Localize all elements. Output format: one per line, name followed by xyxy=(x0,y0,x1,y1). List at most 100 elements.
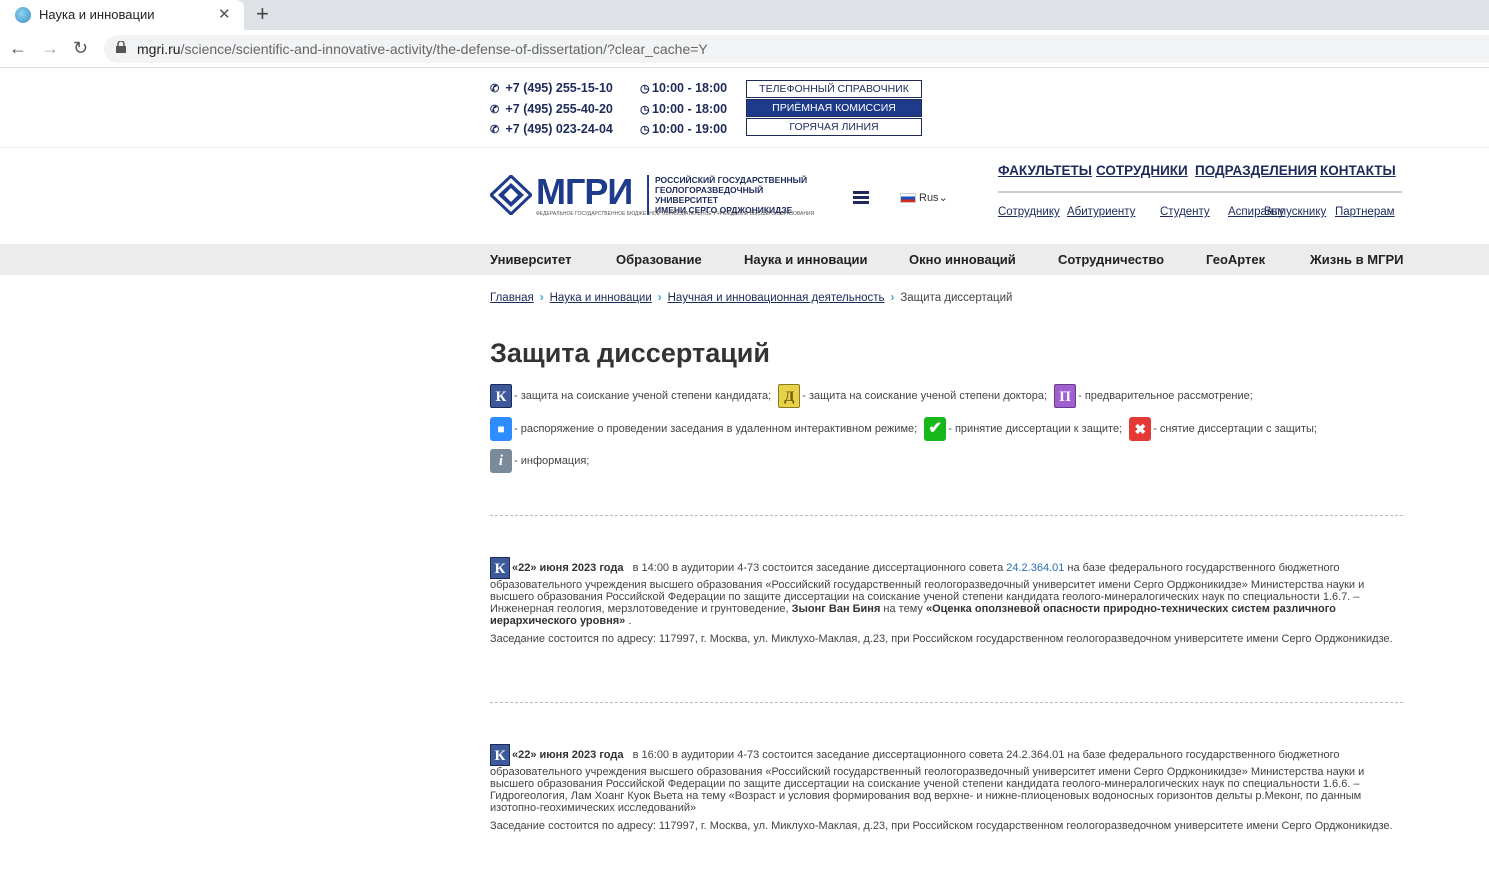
admissions-button[interactable]: Приёмная комиссия xyxy=(746,99,922,117)
entry-address: Заседание состоится по адресу: 117997, г… xyxy=(490,820,1393,832)
preliminary-icon: П xyxy=(1054,384,1077,408)
tab-title: Наука и инновации xyxy=(39,7,155,22)
new-tab-icon[interactable]: + xyxy=(256,1,269,27)
menu-education[interactable]: Образование xyxy=(616,252,702,267)
dissertation-entry: К «22» июня 2023 года в 14:00 в аудитории… xyxy=(490,557,1403,645)
favicon-icon xyxy=(15,7,31,23)
link-partners[interactable]: Партнерам xyxy=(1335,206,1395,218)
page-title: Защита диссертаций xyxy=(490,338,771,368)
candidate-icon: К xyxy=(490,744,510,766)
legend-accepted: - принятие диссертации к защите; xyxy=(948,422,1123,435)
link-faculties[interactable]: Факультеты xyxy=(998,163,1092,178)
breadcrumb-science[interactable]: Наука и инновации xyxy=(550,292,652,304)
legend-candidate: - защита на соискание ученой степени кан… xyxy=(514,389,772,402)
candidate-icon: К xyxy=(490,557,510,579)
legend-preliminary: - предварительное рассмотрение; xyxy=(1078,389,1253,402)
russia-flag-icon xyxy=(900,193,916,204)
chevron-down-icon: ⌄ xyxy=(938,192,948,204)
logo-subtitle: Российский государственный геологоразвед… xyxy=(647,175,810,215)
legend-row: ■ - распоряжение о проведении заседания в… xyxy=(490,417,1321,441)
menu-university[interactable]: Университет xyxy=(490,252,571,267)
link-contacts[interactable]: Контакты xyxy=(1320,163,1396,178)
clock-icon: ◷ xyxy=(640,83,650,95)
legend-info: - информация; xyxy=(514,454,590,467)
legend-row: i- информация; xyxy=(490,449,593,473)
breadcrumb: Главная › Наука и инновации › Научная и инно… xyxy=(490,292,1012,304)
work-hours: 10:00 - 18:00 xyxy=(652,81,728,95)
close-icon[interactable]: ✕ xyxy=(218,5,231,23)
reload-icon[interactable]: ↻ xyxy=(73,38,88,59)
check-icon: ✔ xyxy=(924,417,947,441)
phone-row: ✆ +7 (495) 255-40-20 ◷ 10:00 - 18:00 xyxy=(490,102,727,116)
phone-icon: ✆ xyxy=(490,104,500,116)
breadcrumb-home[interactable]: Главная xyxy=(490,292,534,304)
entry-date: «22» июня 2023 года xyxy=(512,561,624,574)
link-departments[interactable]: Подразделения xyxy=(1195,163,1317,178)
link-applicant[interactable]: Абитуриенту xyxy=(1067,206,1135,218)
breadcrumb-activity[interactable]: Научная и инновационная деятельность xyxy=(668,292,885,304)
link-staff[interactable]: Сотрудники xyxy=(1096,163,1188,178)
forward-icon[interactable]: → xyxy=(41,38,59,59)
link-employee[interactable]: Сотруднику xyxy=(998,206,1060,218)
chevron-right-icon: › xyxy=(657,292,662,304)
menu-life[interactable]: Жизнь в МГРИ xyxy=(1310,252,1403,267)
divider xyxy=(490,515,1403,516)
legend-doctor: - защита на соискание ученой степени док… xyxy=(802,389,1048,402)
work-hours: 10:00 - 18:00 xyxy=(652,102,728,116)
divider xyxy=(490,702,1403,703)
site-header: МГРИ Российский государственный геологор… xyxy=(0,148,1489,244)
phone-number[interactable]: +7 (495) 023-24-04 xyxy=(505,122,612,136)
clock-icon: ◷ xyxy=(640,124,650,136)
address-bar: ← → ↻ mgri.ru/science/scientific-and-inn… xyxy=(0,30,1489,68)
chevron-right-icon: › xyxy=(890,292,895,304)
phone-icon: ✆ xyxy=(490,124,500,136)
entry-address: Заседание состоится по адресу: 117997, г… xyxy=(490,633,1393,645)
candidate-icon: К xyxy=(490,384,512,408)
work-hours: 10:00 - 19:00 xyxy=(652,122,728,136)
logo-federal-caption: Федеральное государственное бюджетное об… xyxy=(536,211,815,217)
phone-number[interactable]: +7 (495) 255-40-20 xyxy=(505,102,612,116)
browser-tab[interactable]: Наука и инновации ✕ xyxy=(0,0,244,30)
hotline-button[interactable]: Горячая линия xyxy=(746,118,922,136)
phone-row: ✆ +7 (495) 255-15-10 ◷ 10:00 - 18:00 xyxy=(490,81,727,95)
cross-icon: ✖ xyxy=(1129,417,1152,441)
main-menu: Университет Образование Наука и инноваци… xyxy=(0,244,1489,275)
browser-tab-bar: Наука и инновации ✕ + xyxy=(0,0,1489,30)
logo-mark-icon xyxy=(490,175,532,215)
back-icon[interactable]: ← xyxy=(9,38,27,59)
legend-remote: - распоряжение о проведении заседания в … xyxy=(514,422,918,435)
top-info-bar: ✆ +7 (495) 255-15-10 ◷ 10:00 - 18:00 ✆ +7… xyxy=(0,68,1489,148)
entry-text: К «22» июня 2023 года в 16:00 в аудитории… xyxy=(490,744,1403,814)
logo-text: МГРИ xyxy=(536,171,633,212)
video-call-icon: ■ xyxy=(490,417,512,441)
breadcrumb-current: Защита диссертаций xyxy=(900,292,1013,304)
phone-row: ✆ +7 (495) 023-24-04 ◷ 10:00 - 19:00 xyxy=(490,122,727,136)
lock-icon xyxy=(116,41,126,53)
info-icon: i xyxy=(490,449,512,473)
site-logo[interactable]: МГРИ Российский государственный геологор… xyxy=(490,171,814,217)
menu-geoartek[interactable]: ГеоАртек xyxy=(1206,252,1265,267)
entry-date: «22» июня 2023 года xyxy=(512,748,624,761)
phone-icon: ✆ xyxy=(490,83,500,95)
council-link[interactable]: 24.2.364.01 xyxy=(1006,562,1064,574)
url-field[interactable]: mgri.ru/science/scientific-and-innovativ… xyxy=(104,35,1489,63)
menu-science[interactable]: Наука и инновации xyxy=(744,252,867,267)
language-switcher[interactable]: Rus⌄ xyxy=(900,191,948,204)
main-links: Факультеты Сотрудники Подразделения Конт… xyxy=(998,163,1402,193)
phone-number[interactable]: +7 (495) 255-15-10 xyxy=(505,81,612,95)
legend-row: К- защита на соискание ученой степени ка… xyxy=(490,384,1257,408)
dissertation-entry: К «22» июня 2023 года в 16:00 в аудитории… xyxy=(490,744,1403,832)
link-student[interactable]: Студенту xyxy=(1160,206,1210,218)
entry-text: К «22» июня 2023 года в 14:00 в аудитории… xyxy=(490,557,1403,627)
menu-innovation-window[interactable]: Окно инноваций xyxy=(909,252,1016,267)
link-graduate[interactable]: Выпускнику xyxy=(1264,206,1326,218)
clock-icon: ◷ xyxy=(640,104,650,116)
chevron-right-icon: › xyxy=(539,292,544,304)
entry-author: Зыонг Ван Биня xyxy=(791,603,881,615)
legend-withdrawn: - снятие диссертации с защиты; xyxy=(1153,422,1317,435)
url-text: mgri.ru/science/scientific-and-innovativ… xyxy=(137,41,708,57)
hamburger-menu-icon[interactable] xyxy=(853,191,869,205)
phone-directory-button[interactable]: Телефонный справочник xyxy=(746,80,922,98)
menu-cooperation[interactable]: Сотрудничество xyxy=(1058,252,1164,267)
doctor-icon: Д xyxy=(778,384,801,408)
